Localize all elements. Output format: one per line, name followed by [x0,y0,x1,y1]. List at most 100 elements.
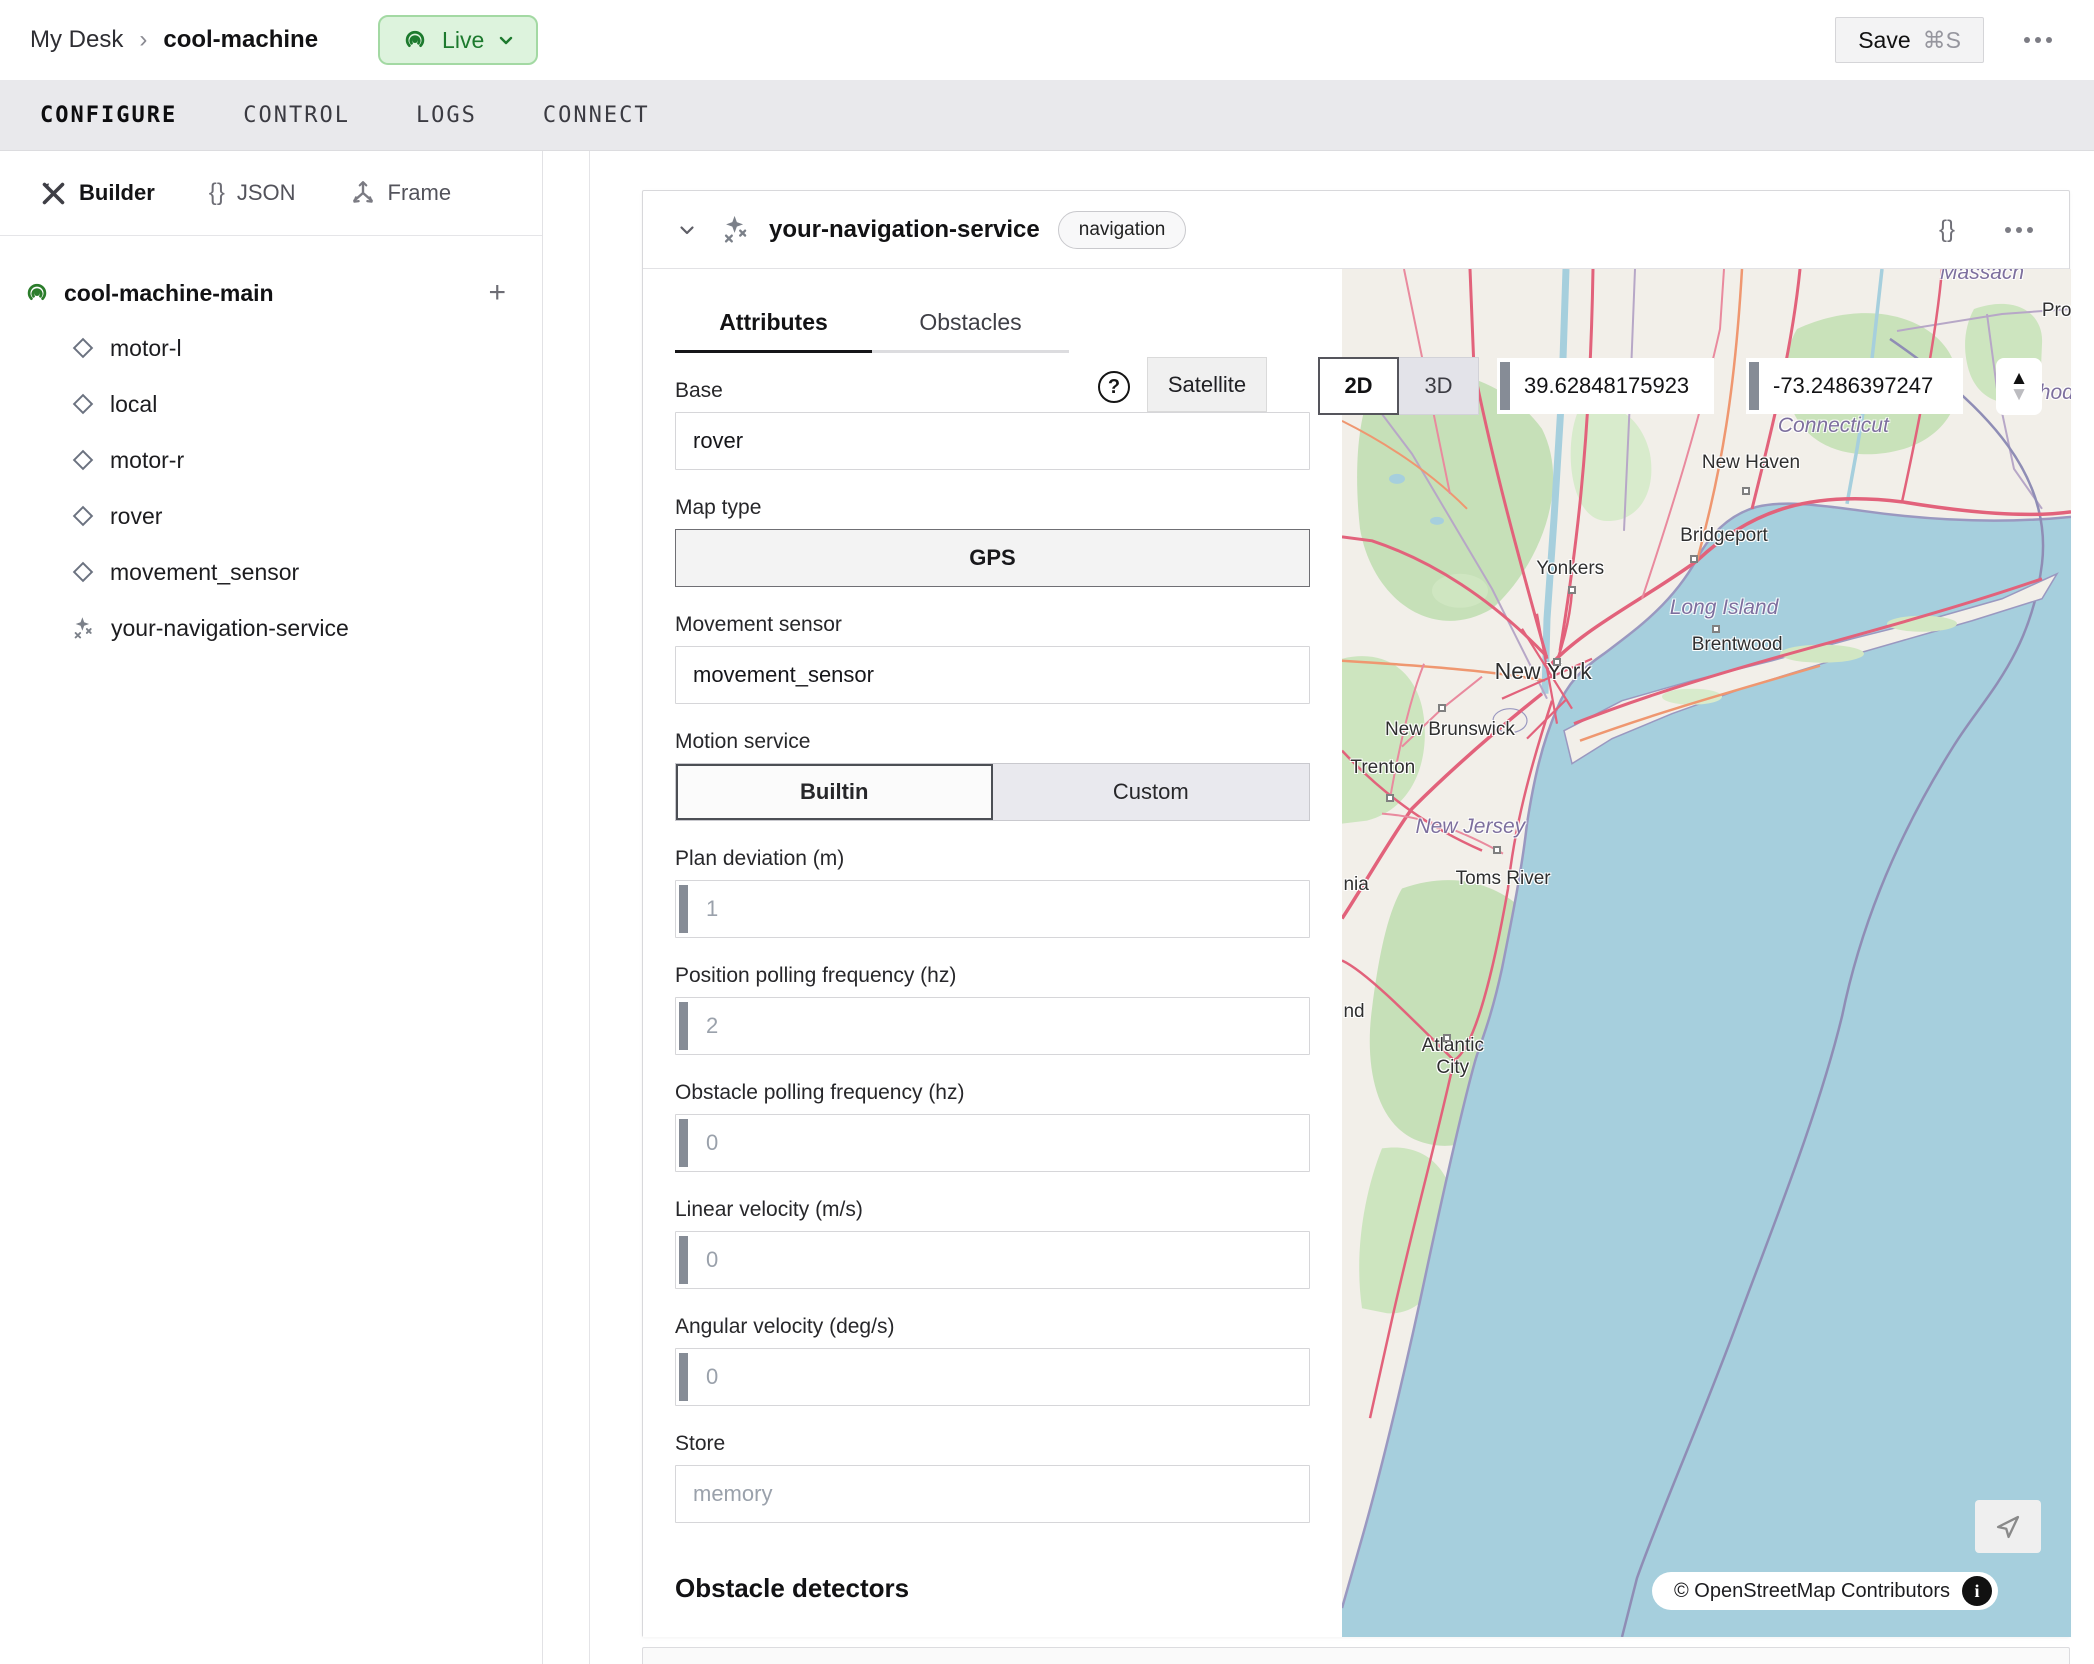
nav-tab-configure[interactable]: CONFIGURE [40,103,177,128]
map-city-label: New York [1495,658,1592,684]
tab-attributes[interactable]: Attributes [675,301,872,353]
attribute-tabs: AttributesObstacles [675,301,1069,353]
overflow-menu-icon[interactable] [2018,27,2058,53]
field-label-movement-sensor: Movement sensor [675,613,1310,637]
map-city-marker [1386,794,1394,802]
breadcrumb-machine-name[interactable]: cool-machine [163,26,318,54]
component-diamond-icon [70,559,96,585]
map-mode-2d-button[interactable]: 2D [1318,357,1399,415]
component-diamond-icon [70,503,96,529]
obstacle-polling-value: 0 [706,1130,718,1156]
tree-item-local[interactable]: local [0,376,542,432]
info-icon[interactable]: i [1962,1576,1992,1606]
tree-item-movement-sensor[interactable]: movement_sensor [0,544,542,600]
card-header-actions: {} [1939,216,2039,244]
breadcrumb: My Desk › cool-machine Live [30,15,538,65]
machine-broadcast-icon [22,278,52,308]
map-state-label: Massach [1940,269,2024,285]
tools-icon [40,180,67,207]
service-icon [719,213,753,247]
tree-item-motor-l[interactable]: motor-l [0,320,542,376]
attribution-text[interactable]: © OpenStreetMap Contributors [1674,1580,1950,1603]
tab-obstacles[interactable]: Obstacles [872,301,1069,353]
attr-tabs-active-bar [675,350,872,353]
base-input[interactable]: rover [675,412,1310,470]
component-diamond-icon [70,447,96,473]
sidebar: Builder {}JSON Frame cool-machine-main+ mot… [0,151,543,1664]
stepper-down-button[interactable]: ▼ [2010,387,2029,402]
collapse-chevron-icon[interactable] [677,220,697,240]
map-state-label: Long Island [1670,596,1779,620]
nav-tab-connect[interactable]: CONNECT [543,103,650,128]
linear-velocity-input[interactable]: 0 [675,1231,1310,1289]
mode-tab-json[interactable]: {}JSON [209,179,296,207]
tree-item-label: motor-l [110,335,182,362]
satellite-toggle-button[interactable]: Satellite [1147,357,1267,412]
obstacle-polling-input[interactable]: 0 [675,1114,1310,1172]
save-label: Save [1858,27,1910,54]
tree-item-rover[interactable]: rover [0,488,542,544]
movement-sensor-input[interactable]: movement_sensor [675,646,1310,704]
mode-tab-frame[interactable]: Frame [350,180,452,206]
base-value: rover [693,428,743,454]
longitude-value: -73.2486397247 [1773,373,1933,399]
map-state-label: New Jersey [1415,815,1525,839]
map-city-label: Trenton [1350,757,1415,779]
add-component-button[interactable]: + [488,278,506,308]
tree-root-label: cool-machine-main [64,280,488,307]
map-city-marker [1493,846,1501,854]
map-city-label: New Haven [1702,452,1800,474]
map-mode-3d-button[interactable]: 3D [1399,357,1479,415]
tree-item-label: rover [110,503,162,530]
movement-sensor-value: movement_sensor [693,662,874,688]
locate-button[interactable] [1975,1500,2041,1553]
card-body: AttributesObstacles BaseroverMap typeGPS… [643,269,2069,1637]
save-shortcut: ⌘S [1923,27,1961,54]
live-status-badge[interactable]: Live [378,15,538,65]
map-city-label: Pro [2042,300,2071,322]
sidebar-resize-gutter[interactable] [589,151,590,1664]
navigation-service-card: your-navigation-service navigation {} At… [642,190,2070,1637]
top-bar-actions: Save ⌘S [1835,17,2058,63]
tree-item-label: local [110,391,157,418]
attributes-form: AttributesObstacles BaseroverMap typeGPS… [643,269,1342,1637]
top-bar: My Desk › cool-machine Live Save [0,0,2094,80]
mode-tab-label: Builder [79,180,155,206]
component-diamond-icon [70,391,96,417]
map-city-marker [1742,487,1750,495]
nav-tab-control[interactable]: CONTROL [243,103,350,128]
tree-item-your-navigation-service[interactable]: your-navigation-service [0,600,542,656]
breadcrumb-my-desk[interactable]: My Desk [30,26,123,54]
help-icon[interactable]: ? [1098,371,1130,403]
angular-velocity-input[interactable]: 0 [675,1348,1310,1406]
tree-root-machine[interactable]: cool-machine-main+ [0,266,542,320]
motion-service-option-builtin[interactable]: Builtin [676,764,993,820]
component-diamond-icon [70,335,96,361]
map-canvas[interactable]: New HavenBridgeportYonkersBrentwoodNew Y… [1342,269,2071,1637]
code-braces-icon[interactable]: {} [1939,216,1955,244]
longitude-input[interactable]: -73.2486397247 [1746,358,1963,414]
config-mode-tabs: Builder {}JSON Frame [0,151,542,236]
fields-container: BaseroverMap typeGPSMovement sensormovem… [675,379,1310,1523]
field-label-position-polling: Position polling frequency (hz) [675,964,1310,988]
position-polling-input[interactable]: 2 [675,997,1310,1055]
next-card-edge [642,1647,2070,1664]
obstacle-detectors-heading: Obstacle detectors [675,1573,1310,1604]
card-menu-icon[interactable] [1999,217,2039,243]
save-button[interactable]: Save ⌘S [1835,17,1984,63]
field-label-store: Store [675,1432,1310,1456]
map-city-marker [1438,704,1446,712]
motion-service-option-custom[interactable]: Custom [993,764,1310,820]
plan-deviation-input[interactable]: 1 [675,880,1310,938]
store-input[interactable]: memory [675,1465,1310,1523]
service-icon [70,615,97,642]
mode-tab-label: Frame [388,180,452,206]
tree-item-label: your-navigation-service [111,615,349,642]
nav-tab-logs[interactable]: LOGS [416,103,477,128]
tree-item-motor-r[interactable]: motor-r [0,432,542,488]
mode-tab-builder[interactable]: Builder [40,180,155,207]
tree-item-label: movement_sensor [110,559,299,586]
latitude-input[interactable]: 39.62848175923 [1497,358,1714,414]
map-type-button[interactable]: GPS [675,529,1310,587]
mode-tab-label: JSON [237,180,296,206]
